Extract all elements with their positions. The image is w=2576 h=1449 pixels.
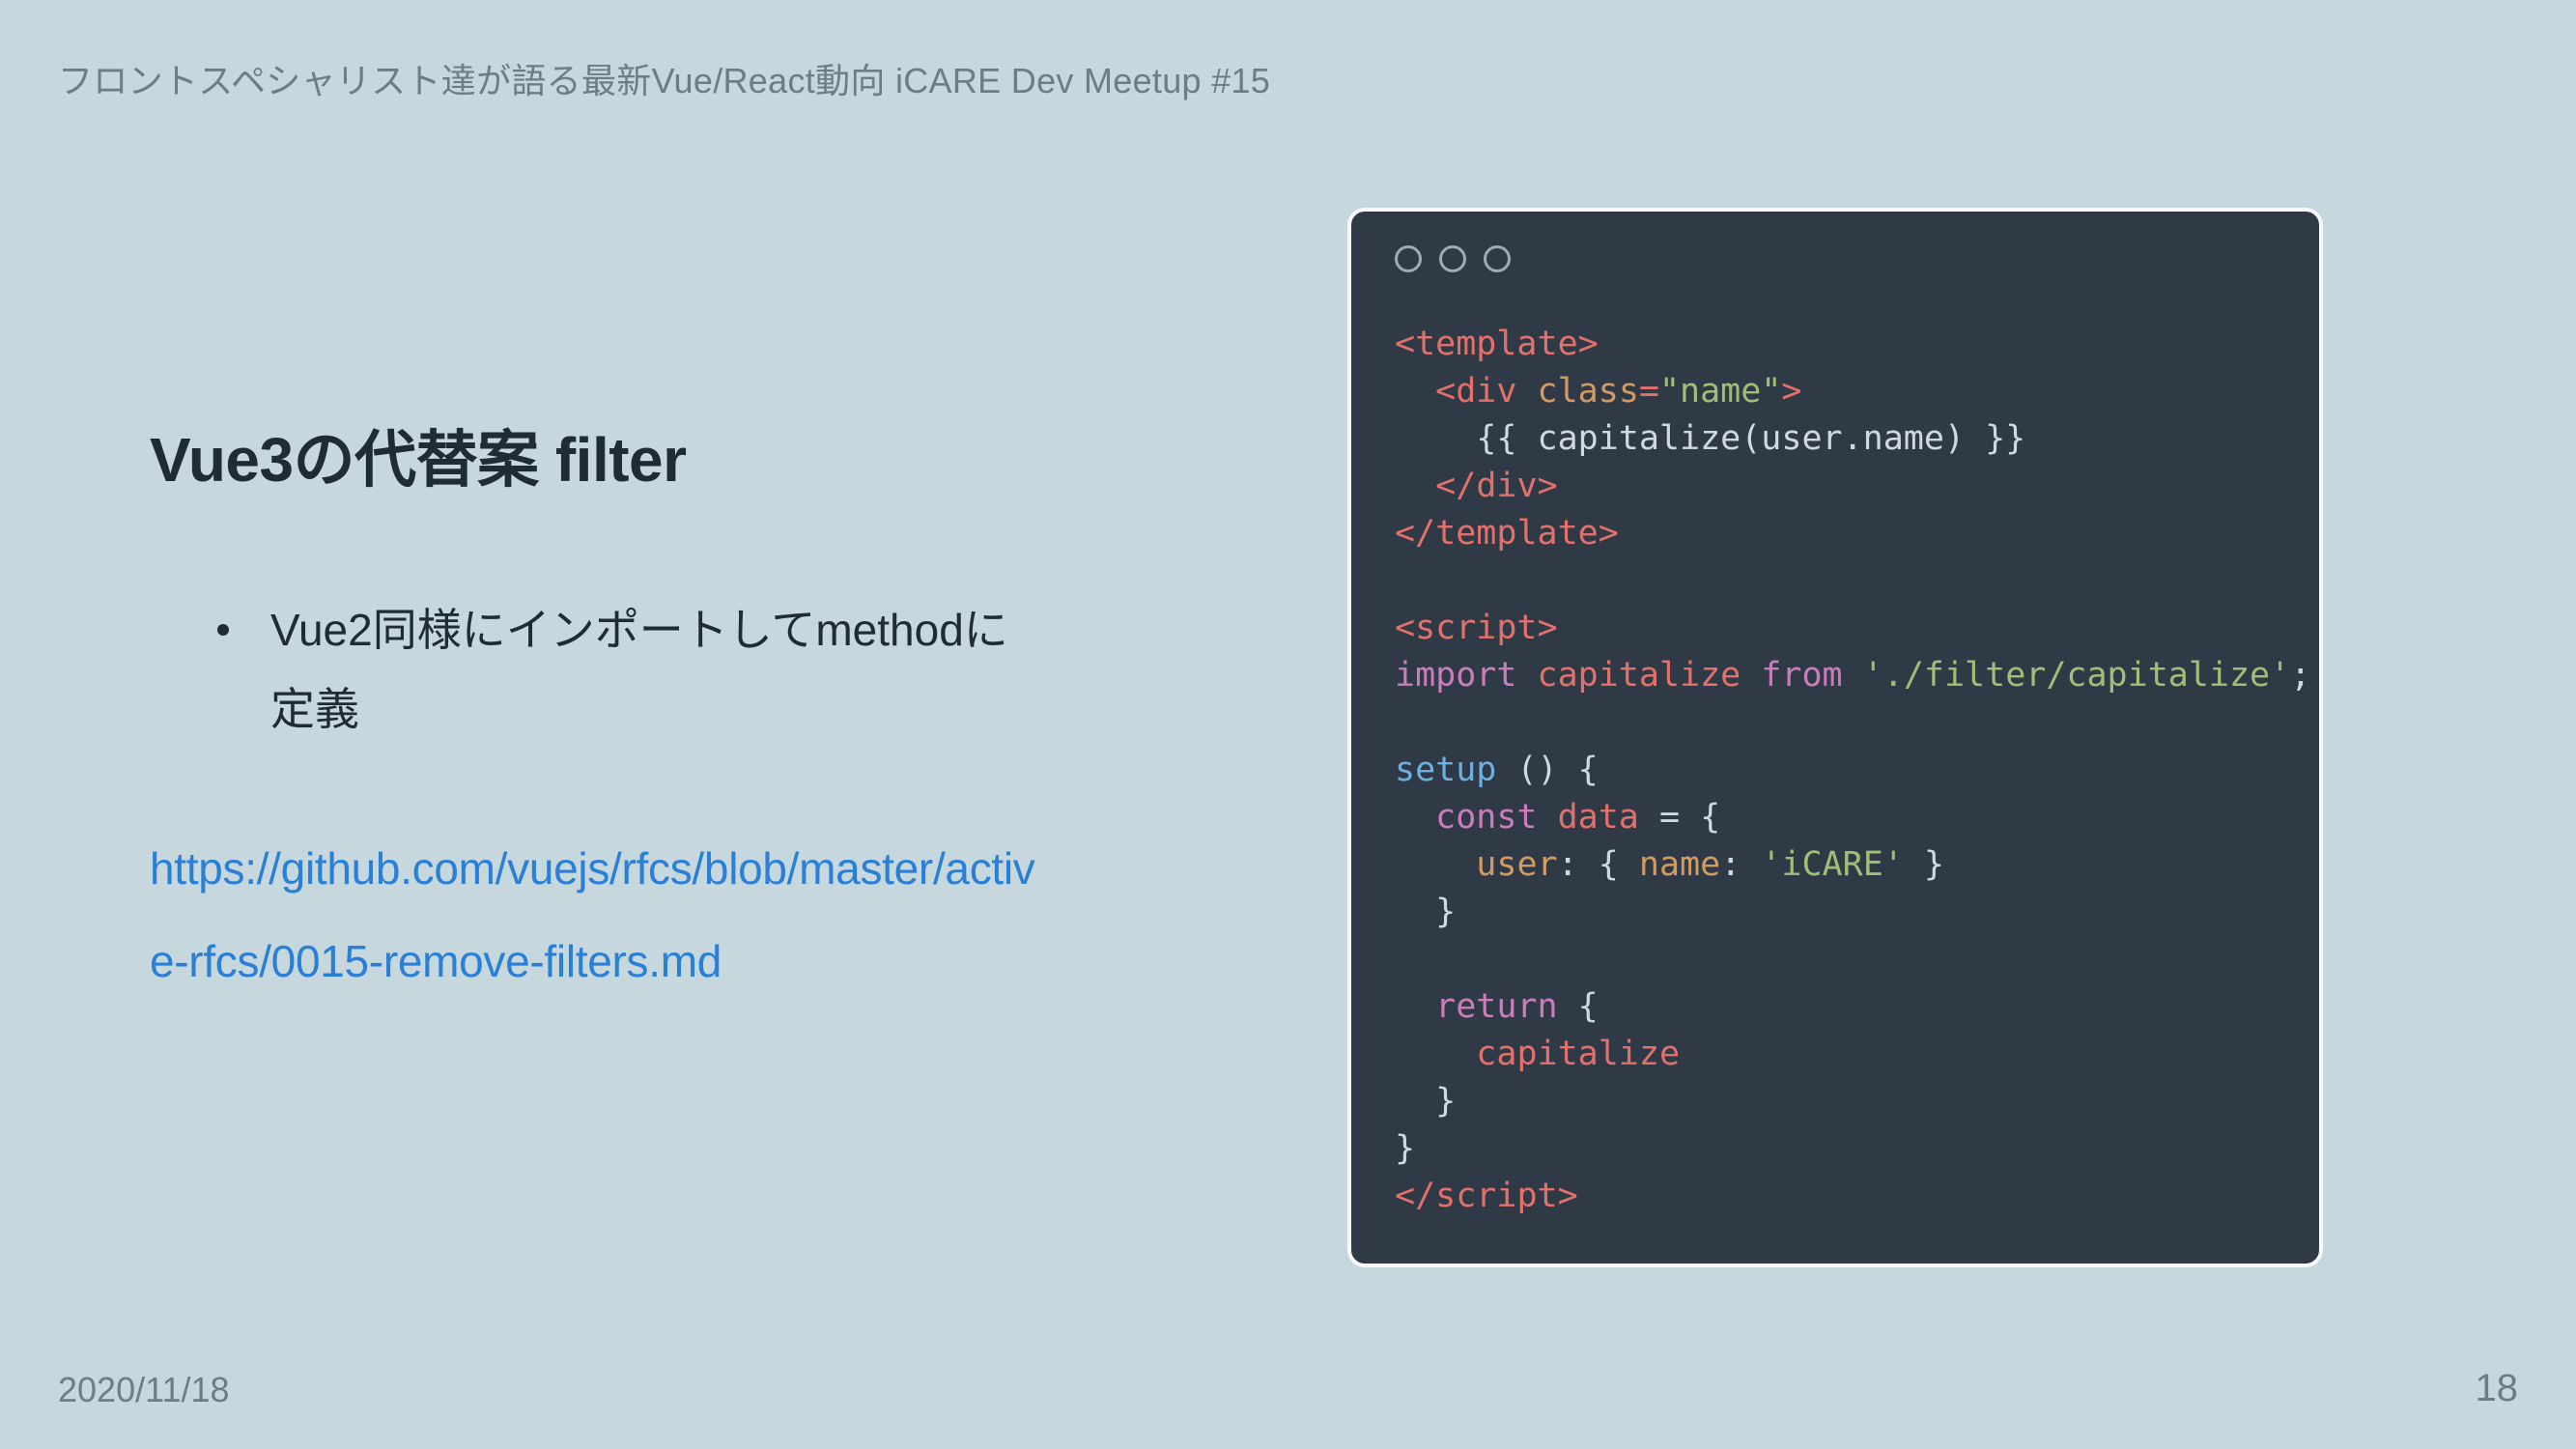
slide-title: Vue3の代替案 filter <box>150 411 1038 499</box>
window-dot-icon <box>1484 245 1511 272</box>
deck-header: フロントスペシャリスト達が語る最新Vue/React動向 iCARE Dev M… <box>58 53 1270 103</box>
reference-link[interactable]: https://github.com/vuejs/rfcs/blob/maste… <box>150 822 1038 1009</box>
bullet-item: Vue2同様にインポートしてmethodに定義 <box>150 591 1038 750</box>
window-dot-icon <box>1439 245 1466 272</box>
code-window: <template> <div class="name"> {{ capital… <box>1347 208 2323 1267</box>
slide-main: Vue3の代替案 filter Vue2同様にインポートしてmethodに定義 … <box>150 411 1038 1009</box>
footer-date: 2020/11/18 <box>58 1370 230 1410</box>
page-number: 18 <box>2476 1367 2519 1410</box>
window-controls <box>1395 245 2276 272</box>
window-dot-icon <box>1395 245 1422 272</box>
bullet-list: Vue2同様にインポートしてmethodに定義 <box>150 591 1038 750</box>
code-block: <template> <div class="name"> {{ capital… <box>1395 321 2276 1220</box>
